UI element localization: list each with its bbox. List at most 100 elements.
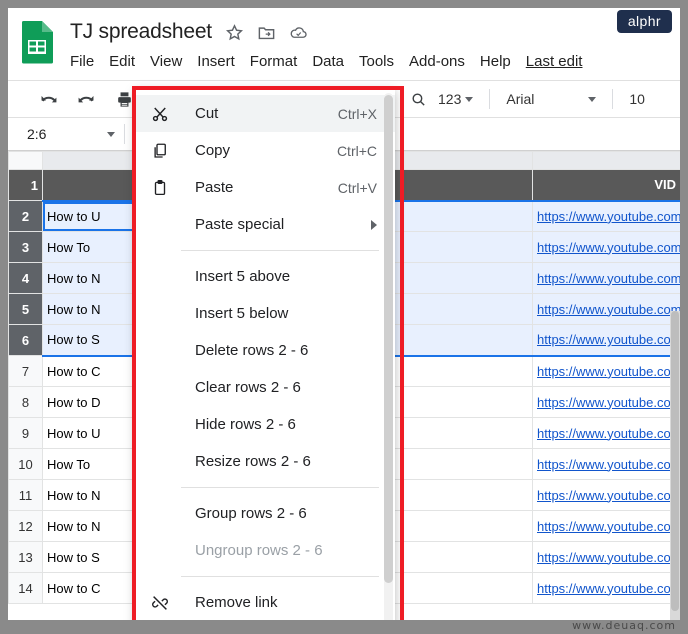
menu-item-insert-5-below[interactable]: Insert 5 below	[135, 295, 395, 332]
cell-link[interactable]: https://www.youtube.com/	[537, 550, 680, 565]
menu-item-label: Copy	[195, 142, 231, 159]
cell-link[interactable]: https://www.youtube.com/	[537, 457, 680, 472]
menu-tools[interactable]: Tools	[359, 53, 394, 70]
cell-link[interactable]: https://www.youtube.com/	[537, 426, 680, 441]
row-header-13[interactable]: 13	[8, 541, 43, 573]
alphr-logo-badge: alphr	[616, 10, 672, 33]
row-header-10[interactable]: 10	[8, 448, 43, 480]
menu-edit[interactable]: Edit	[109, 53, 135, 70]
row-header-7[interactable]: 7	[8, 355, 43, 387]
font-size-select[interactable]: 10	[619, 86, 680, 112]
menu-view[interactable]: View	[150, 53, 182, 70]
menu-item-remove-link[interactable]: Remove link	[135, 584, 395, 620]
row-header-1[interactable]: 1	[8, 169, 43, 201]
document-title[interactable]: TJ spreadsheet	[70, 20, 212, 44]
cell[interactable]: VID	[532, 169, 680, 201]
cell-link[interactable]: https://www.youtube.com/	[537, 271, 680, 286]
menu-item-hide-rows-2-6[interactable]: Hide rows 2 - 6	[135, 406, 395, 443]
cell[interactable]: https://www.youtube.com/	[532, 231, 680, 263]
name-box[interactable]: 2:6	[18, 121, 124, 147]
redo-icon[interactable]	[76, 89, 96, 109]
row-header-4[interactable]: 4	[8, 262, 43, 294]
cell-link[interactable]: https://www.youtube.com/	[537, 240, 680, 255]
menu-format[interactable]: Format	[250, 53, 298, 70]
cell-link[interactable]: https://www.youtube.com/	[537, 302, 680, 317]
menu-item-shortcut: Ctrl+X	[337, 105, 377, 122]
cell-link[interactable]: https://www.youtube.com/	[537, 581, 680, 596]
context-menu-scrollbar[interactable]	[384, 93, 393, 620]
cell[interactable]: https://www.youtube.com/	[532, 541, 680, 573]
cell[interactable]: https://www.youtube.com/	[532, 386, 680, 418]
row-header-14[interactable]: 14	[8, 572, 43, 604]
number-format-button[interactable]: 123	[428, 86, 483, 112]
font-family-select[interactable]: Arial	[496, 86, 606, 112]
star-icon[interactable]	[225, 23, 244, 42]
zoom-icon[interactable]	[408, 89, 428, 109]
column-header-c[interactable]	[532, 151, 680, 170]
menu-separator	[181, 576, 379, 577]
select-all-corner[interactable]	[8, 151, 43, 170]
menu-item-copy[interactable]: Copy Ctrl+C	[135, 132, 395, 169]
row-header-11[interactable]: 11	[8, 479, 43, 511]
cell[interactable]: https://www.youtube.com/	[532, 293, 680, 325]
cell-link[interactable]: https://www.youtube.com/	[537, 209, 680, 224]
menu-item-clear-rows-2-6[interactable]: Clear rows 2 - 6	[135, 369, 395, 406]
menu-file[interactable]: File	[70, 53, 94, 70]
toolbar-right-group: 123 Arial 10	[408, 81, 680, 117]
cell[interactable]: https://www.youtube.com/	[532, 262, 680, 294]
menu-item-group-rows-2-6[interactable]: Group rows 2 - 6	[135, 495, 395, 532]
scissors-icon	[151, 105, 175, 123]
menu-help[interactable]: Help	[480, 53, 511, 70]
context-menu-scrollbar-thumb[interactable]	[384, 95, 393, 583]
menu-item-label: Paste special	[195, 216, 285, 233]
menu-addons[interactable]: Add-ons	[409, 53, 465, 70]
menu-item-insert-5-above[interactable]: Insert 5 above	[135, 258, 395, 295]
google-sheets-window: TJ spreadsheet File Edit View Insert For…	[8, 8, 680, 620]
vertical-scrollbar-thumb[interactable]	[671, 311, 679, 611]
menu-item-label: Group rows 2 - 6	[195, 505, 307, 522]
cell-link[interactable]: https://www.youtube.com/	[537, 332, 680, 347]
row-header-8[interactable]: 8	[8, 386, 43, 418]
move-to-folder-icon[interactable]	[257, 23, 276, 42]
menu-item-delete-rows-2-6[interactable]: Delete rows 2 - 6	[135, 332, 395, 369]
cell-link[interactable]: https://www.youtube.com/	[537, 519, 680, 534]
number-format-label: 123	[438, 91, 462, 107]
cell-link[interactable]: https://www.youtube.com/	[537, 395, 680, 410]
row-header-9[interactable]: 9	[8, 417, 43, 449]
row-header-3[interactable]: 3	[8, 231, 43, 263]
cell[interactable]: https://www.youtube.com/	[532, 199, 680, 232]
cell-link[interactable]: https://www.youtube.com/	[537, 488, 680, 503]
menu-insert[interactable]: Insert	[197, 53, 235, 70]
cell[interactable]: https://www.youtube.com/	[532, 324, 680, 357]
remove-link-icon	[151, 594, 175, 612]
undo-icon[interactable]	[38, 89, 58, 109]
menu-item-resize-rows-2-6[interactable]: Resize rows 2 - 6	[135, 443, 395, 480]
menu-item-paste-special[interactable]: Paste special	[135, 206, 395, 243]
row-header-6[interactable]: 6	[8, 324, 43, 356]
cell-link[interactable]: https://www.youtube.com/	[537, 364, 680, 379]
cell[interactable]: https://www.youtube.com/	[532, 448, 680, 480]
vertical-scrollbar[interactable]	[670, 311, 680, 620]
chevron-down-icon	[465, 96, 474, 102]
font-family-label: Arial	[506, 91, 535, 107]
menu-item-shortcut: Ctrl+C	[336, 142, 377, 159]
menu-item-paste[interactable]: Paste Ctrl+V	[135, 169, 395, 206]
last-edit-link[interactable]: Last edit	[526, 53, 583, 70]
menu-data[interactable]: Data	[312, 53, 344, 70]
clipboard-icon	[151, 179, 175, 197]
row-header-5[interactable]: 5	[8, 293, 43, 325]
menu-item-label: Delete rows 2 - 6	[195, 342, 309, 359]
cell[interactable]: https://www.youtube.com/	[532, 510, 680, 542]
cell[interactable]: https://www.youtube.com/	[532, 417, 680, 449]
chevron-down-icon	[107, 131, 115, 137]
row-header-12[interactable]: 12	[8, 510, 43, 542]
menu-item-label: Clear rows 2 - 6	[195, 379, 301, 396]
toolbar-left-group	[38, 81, 134, 117]
cell[interactable]: https://www.youtube.com/	[532, 572, 680, 604]
cell[interactable]: https://www.youtube.com/	[532, 479, 680, 511]
row-context-menu[interactable]: Cut Ctrl+X Copy Ctrl+C Paste Ctrl+V Paste spec…	[135, 89, 395, 620]
row-header-2[interactable]: 2	[8, 200, 43, 232]
cell[interactable]: https://www.youtube.com/	[532, 355, 680, 387]
menu-item-cut[interactable]: Cut Ctrl+X	[135, 95, 395, 132]
print-icon[interactable]	[114, 89, 134, 109]
